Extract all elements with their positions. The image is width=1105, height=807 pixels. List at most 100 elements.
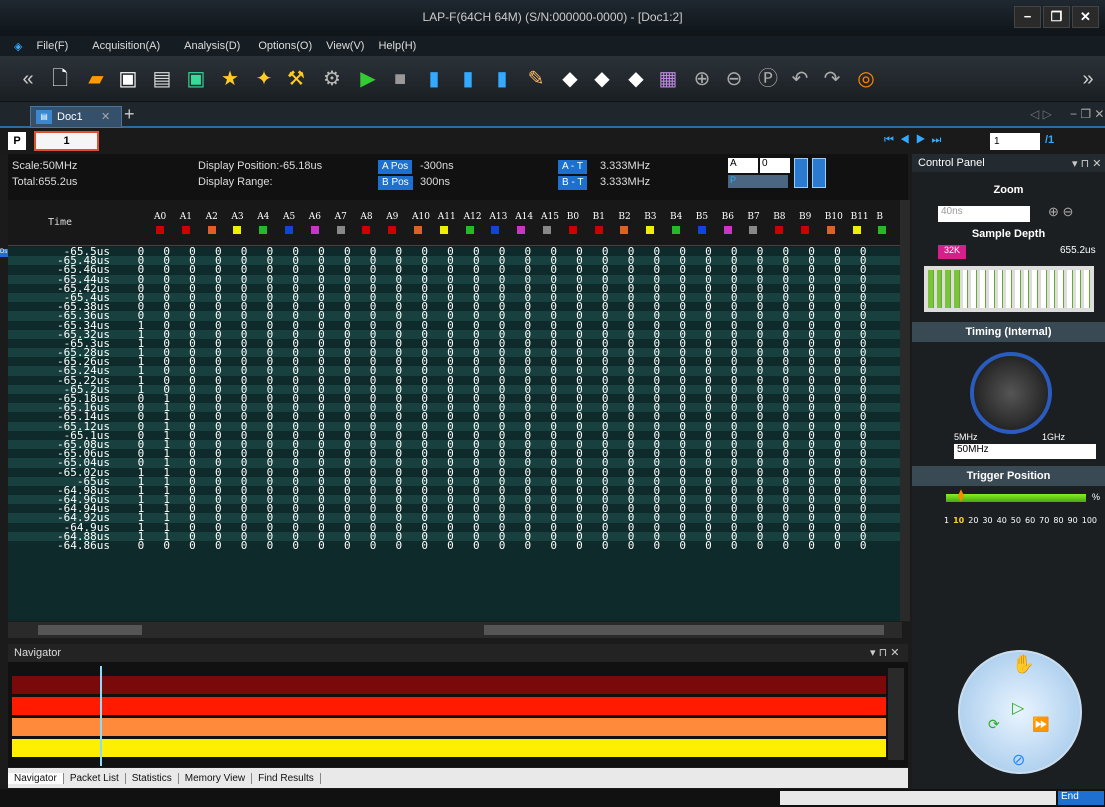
menu-analysis[interactable]: Analysis(D) xyxy=(184,40,240,52)
channel-icon[interactable]: ▮ xyxy=(456,67,480,91)
new-tab-icon[interactable]: + xyxy=(124,104,135,125)
cursor-a-select[interactable]: A xyxy=(728,158,758,173)
channel-header-b11[interactable]: B11 xyxy=(851,212,869,222)
channel-header-b5[interactable]: B5 xyxy=(696,212,708,222)
navigator-controls-icon[interactable]: ▾ ⊓ ✕ xyxy=(870,646,899,659)
channel-color-flag-icon[interactable] xyxy=(543,226,551,234)
cursor-b-icon[interactable] xyxy=(812,158,826,188)
stop-icon[interactable]: ⊘ xyxy=(1012,750,1025,770)
channel-header-b7[interactable]: B7 xyxy=(747,212,759,222)
channel-header-b9[interactable]: B9 xyxy=(799,212,811,222)
save-icon[interactable]: ▣ xyxy=(116,67,140,91)
navigator-scrollbar[interactable] xyxy=(888,668,904,760)
tab-scroll-arrows-icon[interactable]: ◁ ▷ xyxy=(1030,107,1052,121)
single-run-icon[interactable]: ⟳ xyxy=(988,716,1000,733)
channel-header-a2[interactable]: A2 xyxy=(206,212,218,222)
restore-button[interactable]: ❐ xyxy=(1043,6,1070,28)
zoom-select[interactable]: 40ns xyxy=(938,206,1030,222)
wizard-icon[interactable]: ✦ xyxy=(252,67,276,91)
waveform-table[interactable]: -65.5us 0 0 0 0 0 0 0 0 0 0 0 0 0 0 0 0 0 0 0 0 0 0 0 0 0 0 0 0 0 -65.… xyxy=(8,247,901,621)
menu-acquisition[interactable]: Acquisition(A) xyxy=(92,40,160,52)
channel-color-flag-icon[interactable] xyxy=(414,226,422,234)
table-row[interactable]: -64.86us 0 0 0 0 0 0 0 0 0 0 0 0 0 0 0 0 0 0 0 0 0 0 0 0 0 0 0 0 0 xyxy=(8,540,901,551)
protocol-icon[interactable]: ◆ xyxy=(590,67,614,91)
trigger-marker-icon[interactable]: ⧫ xyxy=(958,488,964,502)
channel-color-flag-icon[interactable] xyxy=(620,226,629,234)
zoom-fit-icon[interactable]: Ⓟ xyxy=(756,67,780,91)
channel-header-a13[interactable]: A13 xyxy=(489,212,507,222)
channel-header-b2[interactable]: B2 xyxy=(618,212,630,222)
tab-navigator[interactable]: Navigator xyxy=(8,772,64,784)
tools-icon[interactable]: ⚒ xyxy=(284,67,308,91)
channel-color-flag-icon[interactable] xyxy=(517,226,526,234)
channel-color-flag-icon[interactable] xyxy=(310,226,319,234)
open-folder-icon[interactable]: ▰ xyxy=(84,67,108,91)
channel-header-a15[interactable]: A15 xyxy=(541,212,559,222)
menu-options[interactable]: Options(O) xyxy=(258,40,312,52)
channel-color-flag-icon[interactable] xyxy=(491,226,500,234)
control-panel-controls-icon[interactable]: ▾ ⊓ ✕ xyxy=(1072,157,1101,170)
analyzer-icon[interactable]: ◆ xyxy=(624,67,648,91)
close-tab-icon[interactable]: ✕ xyxy=(101,110,110,123)
channel-color-flag-icon[interactable] xyxy=(439,226,448,234)
navigator-cursor[interactable] xyxy=(100,666,102,766)
timing-knob[interactable] xyxy=(970,352,1052,434)
page-tab-1[interactable]: 1 xyxy=(34,131,99,151)
run-control-wheel[interactable]: ✋ ▷ ⟳ ⏩ ⊘ xyxy=(958,650,1082,774)
channel-color-flag-icon[interactable] xyxy=(775,226,784,234)
navigator-lane[interactable] xyxy=(12,676,886,694)
channel-header-a9[interactable]: A9 xyxy=(386,212,398,222)
cursor-0-select[interactable]: 0 xyxy=(760,158,790,173)
print-icon[interactable]: ▤ xyxy=(150,67,174,91)
page-p-button[interactable]: P xyxy=(8,132,26,150)
channel-color-flag-icon[interactable] xyxy=(801,226,809,234)
scroll-thumb-right[interactable] xyxy=(484,625,884,635)
channel-remove-icon[interactable]: ▮ xyxy=(490,67,514,91)
bus-decode-icon[interactable]: ◆ xyxy=(558,67,582,91)
table-vertical-scrollbar[interactable] xyxy=(900,200,910,621)
settings-gear-icon[interactable]: ⚙ xyxy=(320,67,344,91)
cursor-p-field[interactable]: P xyxy=(728,175,788,188)
channel-color-flag-icon[interactable] xyxy=(336,226,345,234)
tab-memory-view[interactable]: Memory View xyxy=(179,772,253,784)
trigger-position-slider[interactable] xyxy=(946,494,1086,502)
channel-header-a0[interactable]: A0 xyxy=(154,212,166,222)
channel-header-b0[interactable]: B0 xyxy=(567,212,579,222)
marker-pen-icon[interactable]: ✎ xyxy=(524,67,548,91)
favorite-star-icon[interactable]: ★ xyxy=(218,67,242,91)
play-icon[interactable]: ▷ xyxy=(1012,698,1024,718)
channel-color-flag-icon[interactable] xyxy=(465,226,474,234)
channel-color-flag-icon[interactable] xyxy=(878,226,887,234)
zoom-out-icon[interactable]: ⊖ xyxy=(722,67,746,91)
channel-header-a8[interactable]: A8 xyxy=(360,212,372,222)
channel-header-b3[interactable]: B3 xyxy=(644,212,656,222)
channel-header-b4[interactable]: B4 xyxy=(670,212,682,222)
minimize-button[interactable]: − xyxy=(1014,6,1041,28)
channel-color-flag-icon[interactable] xyxy=(749,226,758,234)
channel-color-flag-icon[interactable] xyxy=(826,226,835,234)
save-as-icon[interactable]: ▣ xyxy=(184,67,208,91)
channel-color-flag-icon[interactable] xyxy=(672,226,680,234)
channel-color-flag-icon[interactable] xyxy=(646,226,655,234)
stop-icon[interactable]: ■ xyxy=(388,67,412,91)
tab-find-results[interactable]: Find Results xyxy=(252,772,321,784)
navigator-lane[interactable] xyxy=(12,718,886,736)
navigator-lane[interactable] xyxy=(12,739,886,757)
channel-color-flag-icon[interactable] xyxy=(723,226,732,234)
channel-color-flag-icon[interactable] xyxy=(285,226,293,234)
channel-header-a1[interactable]: A1 xyxy=(180,212,192,222)
page-navigation-icons[interactable]: ⏮◀▶⏭ xyxy=(884,134,947,147)
table-horizontal-scrollbar[interactable] xyxy=(8,622,902,638)
toolbar-scroll-right-icon[interactable]: » xyxy=(1076,67,1100,91)
doc-window-controls-icon[interactable]: − ❐ ✕ xyxy=(1070,107,1105,121)
repeat-run-icon[interactable]: ⏩ xyxy=(1032,716,1049,733)
page-number-input[interactable]: 1 xyxy=(990,133,1040,150)
menu-view[interactable]: View(V) xyxy=(326,40,364,52)
scroll-thumb-left[interactable] xyxy=(38,625,142,635)
zoom-in-icon[interactable]: ⊕ xyxy=(690,67,714,91)
channel-header-b10[interactable]: B10 xyxy=(825,212,843,222)
channel-color-flag-icon[interactable] xyxy=(362,226,371,234)
tab-doc1[interactable]: ▤ Doc1 ✕ xyxy=(30,106,122,128)
help-lifebuoy-icon[interactable]: ◎ xyxy=(854,67,878,91)
channel-color-flag-icon[interactable] xyxy=(259,226,268,234)
